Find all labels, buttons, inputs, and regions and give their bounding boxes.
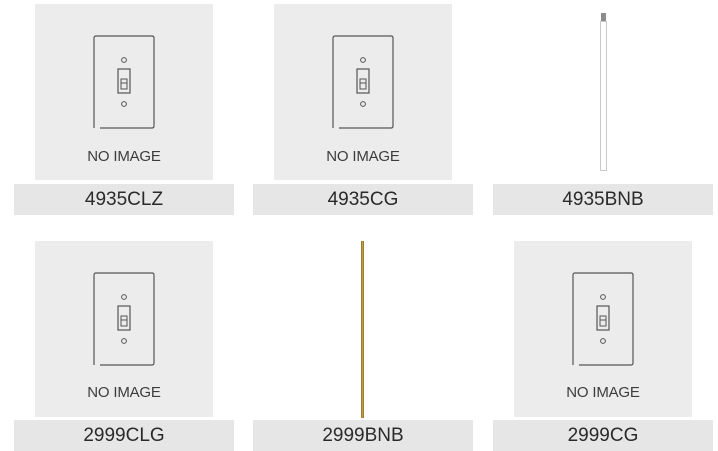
light-switch-icon [93, 272, 155, 366]
product-sku-label[interactable]: 4935BNB [493, 184, 713, 215]
product-image-downrod-white[interactable] [493, 0, 713, 180]
product-sku-label[interactable]: 2999CLG [14, 420, 234, 451]
light-switch-icon [572, 272, 634, 366]
product-sku-label[interactable]: 4935CG [253, 184, 473, 215]
product-image-placeholder[interactable]: NO IMAGE [35, 241, 213, 417]
light-switch-icon [93, 35, 155, 129]
product-sku-label[interactable]: 2999BNB [253, 420, 473, 451]
product-image-placeholder[interactable]: NO IMAGE [274, 4, 452, 180]
product-image-downrod-brass[interactable] [253, 238, 473, 418]
no-image-label: NO IMAGE [326, 148, 400, 165]
light-switch-icon [332, 35, 394, 129]
downrod-body [600, 21, 607, 171]
no-image-label: NO IMAGE [566, 384, 640, 401]
product-sku-label[interactable]: 2999CG [493, 420, 713, 451]
no-image-label: NO IMAGE [87, 148, 161, 165]
downrod-icon [361, 241, 364, 418]
product-image-placeholder[interactable]: NO IMAGE [514, 241, 692, 417]
product-sku-label[interactable]: 4935CLZ [14, 184, 234, 215]
no-image-label: NO IMAGE [87, 384, 161, 401]
product-image-placeholder[interactable]: NO IMAGE [35, 4, 213, 180]
